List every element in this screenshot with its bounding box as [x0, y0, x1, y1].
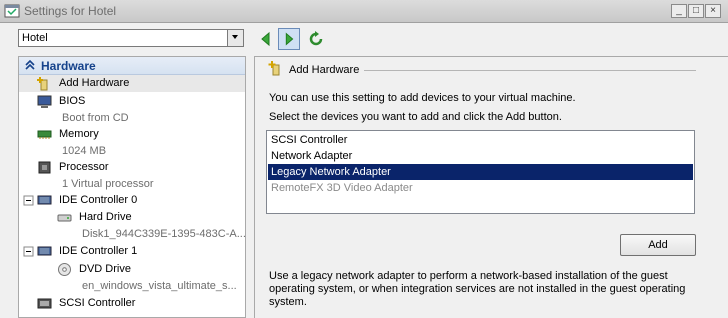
collapse-minus-icon[interactable] — [21, 244, 36, 259]
sidebar-item-label: BIOS — [59, 95, 86, 107]
device-item-label: RemoteFX 3D Video Adapter — [271, 182, 413, 194]
sidebar-item-memory[interactable]: Memory — [19, 126, 245, 143]
add-hardware-icon — [268, 61, 280, 76]
forward-arrow-icon[interactable] — [278, 28, 300, 50]
processor-detail: 1 Virtual processor — [62, 178, 154, 190]
refresh-icon[interactable] — [305, 28, 327, 50]
minimize-button[interactable]: _ — [671, 4, 687, 18]
sidebar-item-label: SCSI Controller — [59, 297, 136, 309]
device-item-network-adapter[interactable]: Network Adapter — [268, 148, 693, 164]
hardware-group-header[interactable]: Hardware — [19, 57, 245, 75]
ide-controller-icon — [37, 246, 52, 256]
sidebar-item-label: Add Hardware — [59, 77, 130, 89]
sidebar-item-bios[interactable]: BIOS — [19, 93, 245, 110]
sidebar-item-label: Hard Drive — [79, 211, 132, 223]
device-item-label: Legacy Network Adapter — [271, 166, 391, 178]
device-item-label: SCSI Controller — [271, 134, 348, 146]
hard-drive-detail: Disk1_944C339E-1395-483C-A... — [82, 228, 246, 240]
processor-icon — [38, 161, 51, 174]
ide-controller-icon — [37, 195, 52, 205]
description-line: operating system, or when integration se… — [269, 283, 686, 295]
sidebar-item-label: IDE Controller 1 — [59, 245, 138, 257]
sidebar-item-label: Processor — [59, 161, 109, 173]
chevron-down-icon — [232, 35, 238, 39]
sidebar-item-label: DVD Drive — [79, 263, 131, 275]
add-hardware-icon — [37, 77, 48, 91]
sidebar-item-processor[interactable]: Processor — [19, 159, 245, 176]
memory-detail: 1024 MB — [62, 145, 107, 157]
device-item-remotefx-adapter: RemoteFX 3D Video Adapter — [268, 180, 693, 196]
close-button[interactable]: × — [705, 4, 721, 18]
device-item-scsi-controller[interactable]: SCSI Controller — [268, 132, 693, 148]
hardware-group-label: Hardware — [41, 59, 96, 73]
sidebar-item-label: IDE Controller 0 — [59, 194, 138, 206]
sidebar-item-ide-controller-0[interactable]: IDE Controller 0 — [19, 192, 245, 209]
collapse-chevron-icon[interactable] — [23, 58, 37, 72]
bios-detail: Boot from CD — [62, 112, 129, 124]
device-item-label: Network Adapter — [271, 150, 353, 162]
dvd-drive-icon — [58, 263, 71, 276]
settings-window-icon — [4, 4, 20, 18]
vm-selector-value: Hotel — [22, 32, 48, 44]
settings-tree: Hardware Add Hardware BIOS Boot from CD … — [18, 56, 246, 318]
hard-drive-icon — [57, 214, 72, 222]
sidebar-item-add-hardware[interactable]: Add Hardware — [19, 75, 245, 92]
device-description: Use a legacy network adapter to perform … — [269, 270, 699, 309]
add-button[interactable]: Add — [620, 234, 696, 256]
intro-text: You can use this setting to add devices … — [269, 92, 576, 104]
vm-selector-dropdown[interactable]: Hotel — [18, 29, 244, 47]
title-bar: Settings for Hotel _ □ × — [0, 0, 728, 23]
section-title: Add Hardware — [289, 64, 360, 76]
dropdown-button[interactable] — [227, 30, 243, 46]
dvd-drive-detail: en_windows_vista_ultimate_s... — [82, 280, 237, 292]
memory-icon — [37, 130, 52, 139]
collapse-minus-icon[interactable] — [21, 193, 36, 208]
sidebar-item-dvd-drive[interactable]: DVD Drive — [19, 261, 245, 278]
instruction-text: Select the devices you want to add and c… — [269, 111, 562, 123]
device-item-legacy-network-adapter[interactable]: Legacy Network Adapter — [268, 164, 693, 180]
description-line: system. — [269, 296, 307, 308]
description-line: Use a legacy network adapter to perform … — [269, 270, 668, 282]
bios-icon — [37, 95, 52, 108]
sidebar-item-hard-drive[interactable]: Hard Drive — [19, 209, 245, 226]
restore-button[interactable]: □ — [688, 4, 704, 18]
section-divider — [364, 70, 696, 71]
sidebar-item-ide-controller-1[interactable]: IDE Controller 1 — [19, 243, 245, 260]
sidebar-item-scsi-controller[interactable]: SCSI Controller — [19, 295, 245, 312]
window-title: Settings for Hotel — [24, 4, 117, 18]
back-arrow-icon[interactable] — [255, 28, 277, 50]
scsi-controller-icon — [37, 298, 52, 309]
sidebar-item-label: Memory — [59, 128, 99, 140]
device-list[interactable]: SCSI Controller Network Adapter Legacy N… — [266, 130, 695, 214]
